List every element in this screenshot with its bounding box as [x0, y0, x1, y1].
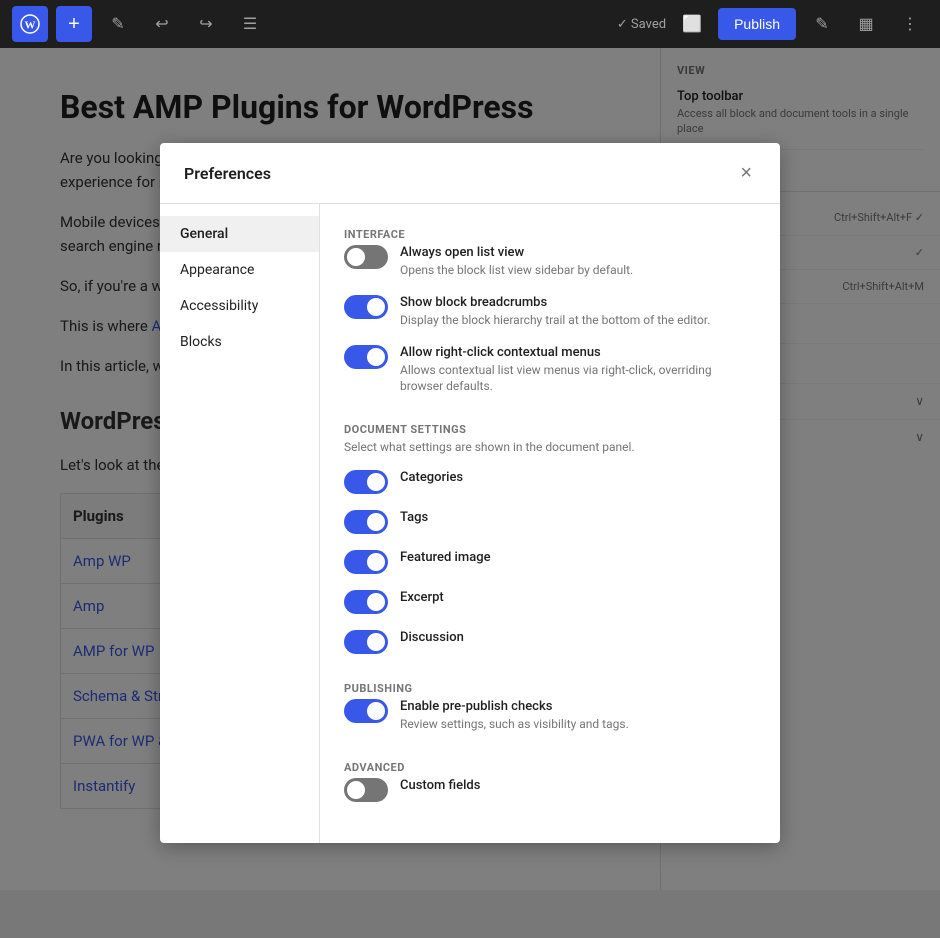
pre-publish-checks-row: Enable pre-publish checks Review setting…: [344, 699, 756, 733]
featured-image-label: Featured image: [400, 550, 491, 565]
top-toolbar: W + ✎ ↩ ↪ ☰ ✓ Saved ⬜ Publish ✎ ▦ ⋮: [0, 0, 940, 48]
allow-right-click-menus-toggle[interactable]: [344, 345, 388, 369]
add-block-button[interactable]: +: [56, 6, 92, 42]
discussion-label: Discussion: [400, 630, 464, 645]
tags-toggle[interactable]: [344, 510, 388, 534]
always-open-list-view-label: Always open list view: [400, 245, 633, 260]
modal-title: Preferences: [184, 164, 271, 183]
modal-content-area: Interface Always open list view Opens th…: [320, 204, 780, 843]
featured-image-row: Featured image: [344, 550, 756, 574]
categories-row: Categories: [344, 470, 756, 494]
always-open-list-view-desc: Opens the block list view sidebar by def…: [400, 262, 633, 279]
discussion-row: Discussion: [344, 630, 756, 654]
wordpress-logo-icon[interactable]: W: [12, 6, 48, 42]
custom-fields-row: Custom fields: [344, 778, 756, 802]
featured-image-toggle[interactable]: [344, 550, 388, 574]
nav-general[interactable]: General: [160, 216, 319, 252]
nav-appearance[interactable]: Appearance: [160, 252, 319, 288]
interface-section: Interface Always open list view Opens th…: [344, 228, 756, 395]
discussion-toggle[interactable]: [344, 630, 388, 654]
publish-button[interactable]: Publish: [718, 8, 796, 40]
publishing-title: Publishing: [344, 682, 756, 695]
document-settings-desc: Select what settings are shown in the do…: [344, 440, 756, 454]
allow-right-click-menus-label: Allow right-click contextual menus: [400, 345, 756, 360]
allow-right-click-menus-row: Allow right-click contextual menus Allow…: [344, 345, 756, 396]
interface-section-title: Interface: [344, 228, 756, 241]
modal-body: General Appearance Accessibility Blocks …: [160, 204, 780, 843]
pre-publish-checks-toggle[interactable]: [344, 699, 388, 723]
categories-toggle[interactable]: [344, 470, 388, 494]
preferences-modal: Preferences × General Appearance Accessi…: [160, 143, 780, 843]
excerpt-toggle[interactable]: [344, 590, 388, 614]
settings-button[interactable]: ▦: [848, 6, 884, 42]
modal-sidebar-nav: General Appearance Accessibility Blocks: [160, 204, 320, 843]
more-options-button[interactable]: ⋮: [892, 6, 928, 42]
advanced-section: Advanced Custom fields: [344, 761, 756, 802]
always-open-list-view-row: Always open list view Opens the block li…: [344, 245, 756, 279]
modal-overlay[interactable]: Preferences × General Appearance Accessi…: [0, 48, 940, 938]
excerpt-label: Excerpt: [400, 590, 444, 605]
tags-label: Tags: [400, 510, 428, 525]
saved-indicator: ✓ Saved: [617, 17, 666, 32]
document-settings-section: Document settings Select what settings a…: [344, 423, 756, 654]
show-block-breadcrumbs-row: Show block breadcrumbs Display the block…: [344, 295, 756, 329]
modal-close-button[interactable]: ×: [736, 159, 756, 187]
document-settings-title: Document settings: [344, 423, 756, 436]
redo-button[interactable]: ↪: [188, 6, 224, 42]
allow-right-click-menus-desc: Allows contextual list view menus via ri…: [400, 362, 756, 396]
custom-fields-label: Custom fields: [400, 778, 480, 793]
advanced-title: Advanced: [344, 761, 756, 774]
show-block-breadcrumbs-desc: Display the block hierarchy trail at the…: [400, 312, 710, 329]
pre-publish-checks-label: Enable pre-publish checks: [400, 699, 629, 714]
always-open-list-view-toggle[interactable]: [344, 245, 388, 269]
pre-publish-checks-desc: Review settings, such as visibility and …: [400, 716, 629, 733]
show-block-breadcrumbs-label: Show block breadcrumbs: [400, 295, 710, 310]
modal-header: Preferences ×: [160, 143, 780, 204]
nav-accessibility[interactable]: Accessibility: [160, 288, 319, 324]
show-block-breadcrumbs-toggle[interactable]: [344, 295, 388, 319]
edit-post-button[interactable]: ✎: [804, 6, 840, 42]
edit-mode-button[interactable]: ✎: [100, 6, 136, 42]
publishing-section: Publishing Enable pre-publish checks Rev…: [344, 682, 756, 733]
custom-fields-toggle[interactable]: [344, 778, 388, 802]
nav-blocks[interactable]: Blocks: [160, 324, 319, 360]
categories-label: Categories: [400, 470, 463, 485]
list-view-button[interactable]: ☰: [232, 6, 268, 42]
excerpt-row: Excerpt: [344, 590, 756, 614]
undo-button[interactable]: ↩: [144, 6, 180, 42]
tags-row: Tags: [344, 510, 756, 534]
preview-button[interactable]: ⬜: [674, 6, 710, 42]
svg-text:W: W: [25, 20, 36, 32]
